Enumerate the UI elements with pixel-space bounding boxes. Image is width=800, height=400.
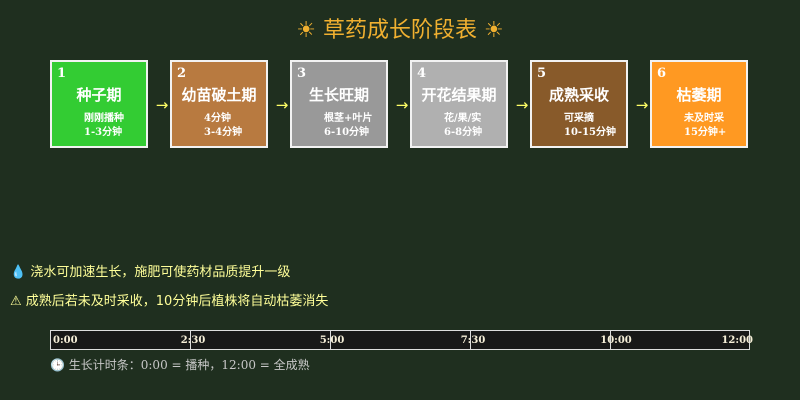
stage-card[interactable]: 1 种子期 刚刚播种 1-3分钟 <box>50 60 148 148</box>
growth-timeline: 0:00 2:30 5:00 7:30 10:00 12:00 <box>50 330 753 350</box>
warning-wither: ⚠ 成熟后若未及时采收，10分钟后植株将自动枯萎消失 <box>10 294 329 309</box>
timeline-tick-label: 2:30 <box>180 335 206 346</box>
stage-time: 6-10分钟 <box>324 127 370 138</box>
stage-detail: 花/果/实 6-8分钟 <box>444 112 482 140</box>
stage-card[interactable]: 5 成熟采收 可采摘 10-15分钟 <box>530 60 628 148</box>
timeline-tick-label: 12:00 <box>721 335 753 346</box>
stage-number: 4 <box>417 66 427 81</box>
stage-card[interactable]: 2 幼苗破土期 4分钟 3-4分钟 <box>170 60 268 148</box>
title-text: 草药成长阶段表 <box>322 18 477 43</box>
stage-card[interactable]: 6 枯萎期 未及时采 15分钟+ <box>650 60 748 148</box>
page-title: ☀ 草药成长阶段表 ☀ <box>0 12 800 44</box>
arrow-icon: → <box>395 96 409 114</box>
stage-number: 1 <box>57 66 67 81</box>
stage-desc: 未及时采 <box>684 113 724 124</box>
arrow-icon: → <box>515 96 529 114</box>
stage-number: 6 <box>657 66 667 81</box>
timeline-tick-label: 5:00 <box>319 335 345 346</box>
stage-name: 成熟采收 <box>548 86 609 104</box>
stage-number: 3 <box>297 66 307 81</box>
stage-detail: 未及时采 15分钟+ <box>684 112 726 140</box>
sun-icon: ☀ <box>484 18 504 43</box>
stage-time: 6-8分钟 <box>444 127 483 138</box>
stage-time: 1-3分钟 <box>84 127 123 138</box>
arrow-icon: → <box>275 96 289 114</box>
stage-name: 开花结果期 <box>421 86 497 104</box>
stage-time: 10-15分钟 <box>564 127 616 138</box>
stage-desc: 刚刚播种 <box>84 113 124 124</box>
arrow-icon: → <box>635 96 649 114</box>
sun-icon: ☀ <box>296 18 316 43</box>
stage-desc: 花/果/实 <box>444 113 482 124</box>
stage-number: 5 <box>537 66 547 81</box>
timeline-tick-label: 7:30 <box>460 335 486 346</box>
stage-name: 种子期 <box>76 86 122 104</box>
timeline-tick-label: 0:00 <box>53 335 78 346</box>
arrow-icon: → <box>155 96 169 114</box>
stage-desc: 可采摘 <box>564 113 594 124</box>
timeline-tick-label: 10:00 <box>600 335 632 346</box>
stage-card[interactable]: 4 开花结果期 花/果/实 6-8分钟 <box>410 60 508 148</box>
stage-number: 2 <box>177 66 187 81</box>
stage-name: 幼苗破土期 <box>181 86 257 104</box>
stage-card[interactable]: 3 生长旺期 根茎+叶片 6-10分钟 <box>290 60 388 148</box>
stage-name: 生长旺期 <box>308 86 369 104</box>
stage-detail: 根茎+叶片 6-10分钟 <box>324 112 372 140</box>
stage-time: 3-4分钟 <box>204 127 243 138</box>
timeline-legend: 🕒 生长计时条：0:00 = 播种，12:00 = 全成熟 <box>50 358 310 372</box>
stage-row: 1 种子期 刚刚播种 1-3分钟 → 2 幼苗破土期 4分钟 3-4分钟 → 3… <box>50 60 770 152</box>
stage-name: 枯萎期 <box>676 86 722 104</box>
stage-desc: 根茎+叶片 <box>324 113 373 124</box>
stage-detail: 可采摘 10-15分钟 <box>564 112 616 140</box>
stage-detail: 4分钟 3-4分钟 <box>204 112 242 140</box>
stage-detail: 刚刚播种 1-3分钟 <box>84 112 124 140</box>
stage-desc: 4分钟 <box>204 113 231 124</box>
tip-watering: 💧 浇水可加速生长，施肥可使药材品质提升一级 <box>10 265 291 280</box>
stage-time: 15分钟+ <box>684 127 727 138</box>
